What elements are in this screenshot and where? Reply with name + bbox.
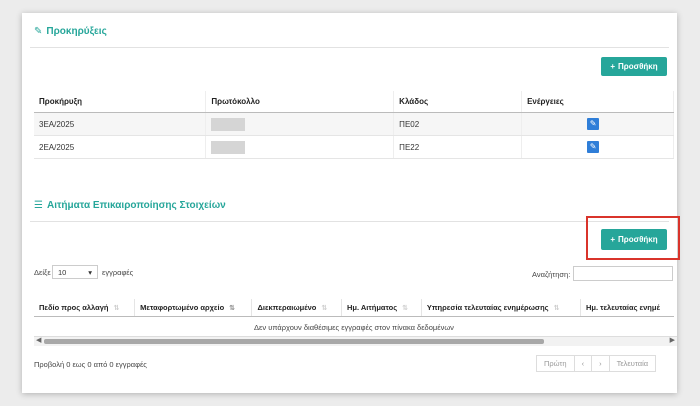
bookmark-icon: ✎ (34, 26, 43, 37)
table-info: Προβολή 0 εως 0 από 0 εγγραφές (34, 360, 147, 369)
requests-table: Πεδίο προς αλλαγή ⇅ Μεταφορτωμένο αρχείο ⇅… (34, 299, 674, 317)
pager-prev[interactable]: ‹ (573, 355, 593, 372)
col-header[interactable]: Πρωτόκολλο (205, 91, 395, 113)
section-title-update-requests: ☰ Αιτήματα Επικαιροποίησης Στοιχείων (34, 200, 226, 211)
sort-icon: ⇅ (321, 305, 328, 312)
announcement-code: 2ΕΑ/2025 (34, 135, 207, 159)
empty-message: Δεν υπάρχουν διαθέσιμες εγγραφές στον πί… (254, 323, 454, 332)
protocol-cell (205, 112, 395, 136)
announcement-code: 3ΕΑ/2025 (34, 112, 207, 136)
pencil-icon[interactable]: ✎ (587, 141, 600, 153)
pager-last[interactable]: Τελευταία (608, 355, 657, 372)
pager-first[interactable]: Πρώτη (536, 355, 575, 372)
scroll-right-icon[interactable]: ▶ (670, 336, 675, 344)
col-header[interactable]: Ενέργειες (521, 91, 674, 113)
scroll-thumb[interactable] (44, 339, 544, 344)
branch-cell: ΠΕ22 (393, 135, 523, 159)
col-header[interactable]: Προκήρυξη (34, 91, 207, 113)
search-input[interactable] (573, 266, 673, 281)
col-header[interactable]: Διεκπεραιωμένο ⇅ (251, 299, 342, 317)
pagination: Πρώτη ‹ › Τελευταία (536, 355, 657, 372)
highlight-box (586, 216, 680, 260)
col-header[interactable]: Ημ. Αιτήματος ⇅ (341, 299, 422, 317)
sort-icon: ⇅ (402, 305, 409, 312)
col-header[interactable]: Κλάδος (393, 91, 523, 113)
branch-cell: ΠΕ02 (393, 112, 523, 136)
redacted-value (211, 117, 246, 131)
col-header[interactable]: Μεταφορτωμένο αρχείο ⇅ (134, 299, 253, 317)
pager-next[interactable]: › (591, 355, 610, 372)
divider (30, 221, 669, 222)
col-header[interactable]: Πεδίο προς αλλαγή ⇅ (34, 299, 136, 317)
divider (30, 47, 669, 48)
section-title-announcements: ✎ Προκηρύξεις (34, 26, 107, 37)
sort-icon: ⇅ (553, 305, 560, 312)
plus-icon: + (610, 62, 615, 71)
redacted-value (211, 140, 246, 154)
actions-cell: ✎ (521, 112, 674, 136)
actions-cell: ✎ (521, 135, 674, 159)
horizontal-scrollbar[interactable]: ◀ ▶ (34, 336, 677, 346)
entries-label: εγγραφές (102, 268, 134, 277)
search-label: Αναζήτηση: (532, 270, 571, 279)
main-panel: ✎ Προκηρύξεις + Προσθήκη Προκήρυξη Πρωτό… (22, 13, 677, 393)
sort-icon: ⇅ (229, 305, 236, 312)
table-row: 3ΕΑ/2025 ΠΕ02 ✎ (34, 112, 674, 136)
protocol-cell (205, 135, 395, 159)
add-announcement-button[interactable]: + Προσθήκη (601, 57, 667, 76)
list-icon: ☰ (34, 200, 43, 211)
show-label: Δείξε (34, 268, 51, 277)
sort-icon: ⇅ (113, 305, 120, 312)
col-header[interactable]: Υπηρεσία τελευταίας ενημέρωσης ⇅ (421, 299, 581, 317)
scroll-left-icon[interactable]: ◀ (36, 336, 41, 344)
col-header[interactable]: Ημ. τελευταίας ενημέ (580, 299, 674, 317)
page-size-select[interactable]: 10 ▾ (52, 265, 98, 279)
announcements-table: Προκήρυξη Πρωτόκολλο Κλάδος Ενέργειες 3Ε… (34, 91, 674, 159)
chevron-down-icon: ▾ (88, 268, 92, 277)
pencil-icon[interactable]: ✎ (587, 118, 600, 130)
table-row: 2ΕΑ/2025 ΠΕ22 ✎ (34, 135, 674, 159)
